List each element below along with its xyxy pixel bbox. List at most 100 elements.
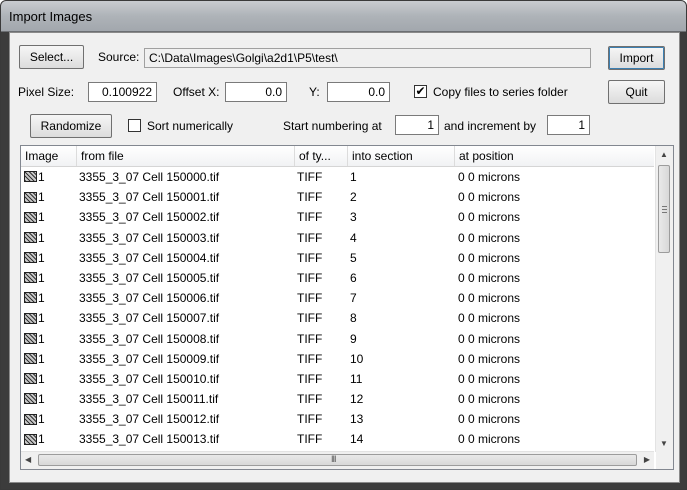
table-row[interactable]: 1 3355_3_07 Cell 150008.tif TIFF 9 0 0 micro… — [21, 329, 654, 349]
section-cell: 1 — [350, 170, 357, 184]
increment-input[interactable]: 1 — [547, 115, 590, 135]
scroll-down-arrow-icon[interactable]: ▼ — [660, 439, 668, 448]
image-index: 1 — [38, 230, 45, 245]
image-thumbnail-icon — [24, 211, 37, 223]
image-cell: 1 — [24, 228, 45, 248]
position-cell: 0 0 microns — [458, 412, 521, 427]
image-thumbnail-icon — [24, 393, 37, 405]
image-thumbnail-icon — [24, 191, 37, 203]
image-index: 1 — [38, 291, 45, 306]
file-name-cell: 3355_3_07 Cell 150006.tif — [79, 291, 220, 306]
table-row[interactable]: 1 3355_3_07 Cell 150001.tif TIFF 2 0 0 micro… — [21, 187, 654, 207]
position-cell: 0 0 microns — [458, 291, 521, 306]
position-cell: 0 0 microns — [458, 311, 521, 326]
section-cell: 8 — [350, 311, 357, 326]
file-name-cell: 3355_3_07 Cell 150003.tif — [79, 230, 220, 245]
table-row[interactable]: 1 3355_3_07 Cell 150013.tif TIFF 14 0 0 micr… — [21, 429, 654, 449]
image-list[interactable]: Image from file of ty... into section at… — [20, 145, 674, 470]
image-index: 1 — [38, 371, 45, 386]
title-bar[interactable]: Import Images — [1, 1, 686, 32]
table-row[interactable]: 1 3355_3_07 Cell 150000.tif TIFF 1 0 0 micro… — [21, 167, 654, 187]
position-cell: 0 0 microns — [458, 371, 521, 386]
file-name-cell: 3355_3_07 Cell 150005.tif — [79, 270, 220, 285]
vertical-scroll-thumb[interactable] — [658, 165, 670, 253]
column-header-position[interactable]: at position — [455, 146, 654, 166]
column-header-image[interactable]: Image — [21, 146, 77, 166]
image-cell: 1 — [24, 369, 45, 389]
file-name-cell: 3355_3_07 Cell 150002.tif — [79, 210, 220, 225]
table-row[interactable]: 1 3355_3_07 Cell 150012.tif TIFF 13 0 0 micr… — [21, 409, 654, 429]
offset-y-input[interactable]: 0.0 — [327, 82, 390, 102]
file-name-cell: 3355_3_07 Cell 150001.tif — [79, 190, 220, 205]
start-numbering-input[interactable]: 1 — [395, 115, 439, 135]
file-name-cell: 3355_3_07 Cell 150012.tif — [79, 412, 220, 427]
image-thumbnail-icon — [24, 312, 37, 324]
image-thumbnail-icon — [24, 292, 37, 304]
vertical-scrollbar[interactable]: ▲ ▼ — [655, 146, 673, 452]
table-row[interactable]: 1 3355_3_07 Cell 150007.tif TIFF 8 0 0 micro… — [21, 308, 654, 328]
file-name-cell: 3355_3_07 Cell 150013.tif — [79, 432, 220, 447]
section-cell: 11 — [350, 371, 363, 386]
image-cell: 1 — [24, 329, 45, 349]
file-name-cell: 3355_3_07 Cell 150011.tif — [79, 392, 219, 407]
section-cell: 9 — [350, 331, 357, 346]
image-cell: 1 — [24, 429, 45, 449]
image-index: 1 — [38, 351, 45, 366]
table-row[interactable]: 1 3355_3_07 Cell 150004.tif TIFF 5 0 0 micro… — [21, 248, 654, 268]
scroll-right-arrow-icon[interactable]: ▶ — [644, 455, 650, 464]
image-cell: 1 — [24, 389, 45, 409]
image-thumbnail-icon — [24, 272, 37, 284]
table-row[interactable]: 1 3355_3_07 Cell 150010.tif TIFF 11 0 0 micr… — [21, 369, 654, 389]
offset-x-input[interactable]: 0.0 — [225, 82, 287, 102]
select-button[interactable]: Select... — [19, 45, 84, 69]
horizontal-grip: III — [331, 454, 336, 464]
image-cell: 1 — [24, 349, 45, 369]
file-type-cell: TIFF — [297, 170, 323, 184]
table-row[interactable]: 1 3355_3_07 Cell 150002.tif TIFF 3 0 0 micro… — [21, 207, 654, 227]
sort-numerically-checkbox[interactable] — [128, 119, 141, 132]
column-header-section[interactable]: into section — [348, 146, 455, 166]
position-cell: 0 0 microns — [458, 331, 521, 346]
scroll-left-arrow-icon[interactable]: ◀ — [25, 455, 31, 464]
source-path-field[interactable]: C:\Data\Images\Golgi\a2d1\P5\test\ — [144, 48, 591, 68]
horizontal-scrollbar[interactable]: ◀ III ▶ — [21, 451, 654, 469]
section-cell: 10 — [350, 351, 364, 366]
position-cell: 0 0 microns — [458, 210, 521, 225]
image-index: 1 — [38, 331, 45, 346]
file-type-cell: TIFF — [297, 432, 323, 447]
table-row[interactable]: 1 3355_3_07 Cell 150009.tif TIFF 10 0 0 micr… — [21, 349, 654, 369]
file-type-cell: TIFF — [297, 230, 323, 245]
column-header-type[interactable]: of ty... — [295, 146, 348, 166]
file-name-cell: 3355_3_07 Cell 150010.tif — [79, 371, 220, 386]
image-thumbnail-icon — [24, 413, 37, 425]
table-row[interactable]: 1 3355_3_07 Cell 150011.tif TIFF 12 0 0 micr… — [21, 389, 654, 409]
image-cell: 1 — [24, 308, 45, 328]
horizontal-scroll-thumb[interactable]: III — [38, 454, 637, 466]
import-button[interactable]: Import — [608, 46, 665, 70]
file-type-cell: TIFF — [297, 351, 323, 366]
section-cell: 13 — [350, 412, 364, 427]
list-rows: 1 3355_3_07 Cell 150000.tif TIFF 1 0 0 micro… — [21, 167, 654, 450]
start-numbering-label: Start numbering at — [283, 119, 382, 133]
image-thumbnail-icon — [24, 332, 37, 344]
table-row[interactable]: 1 3355_3_07 Cell 150006.tif TIFF 7 0 0 micro… — [21, 288, 654, 308]
table-row[interactable]: 1 3355_3_07 Cell 150005.tif TIFF 6 0 0 micro… — [21, 268, 654, 288]
file-type-cell: TIFF — [297, 250, 323, 265]
file-name-cell: 3355_3_07 Cell 150004.tif — [79, 250, 220, 265]
pixel-size-label: Pixel Size: — [18, 85, 75, 99]
file-name-cell: 3355_3_07 Cell 150009.tif — [79, 351, 220, 366]
increment-label: and increment by — [444, 119, 537, 133]
quit-button[interactable]: Quit — [608, 80, 665, 104]
table-row[interactable]: 1 3355_3_07 Cell 150003.tif TIFF 4 0 0 micro… — [21, 228, 654, 248]
pixel-size-input[interactable]: 0.100922 — [88, 82, 157, 102]
offset-y-label: Y: — [309, 85, 320, 99]
section-cell: 6 — [350, 270, 357, 285]
position-cell: 0 0 microns — [458, 250, 521, 265]
position-cell: 0 0 microns — [458, 392, 521, 407]
scroll-up-arrow-icon[interactable]: ▲ — [660, 150, 668, 159]
randomize-button[interactable]: Randomize — [30, 114, 112, 138]
image-thumbnail-icon — [24, 231, 37, 243]
column-header-from-file[interactable]: from file — [77, 146, 295, 166]
copy-files-label: Copy files to series folder — [433, 85, 568, 99]
copy-files-checkbox[interactable]: ✔ — [414, 85, 427, 98]
